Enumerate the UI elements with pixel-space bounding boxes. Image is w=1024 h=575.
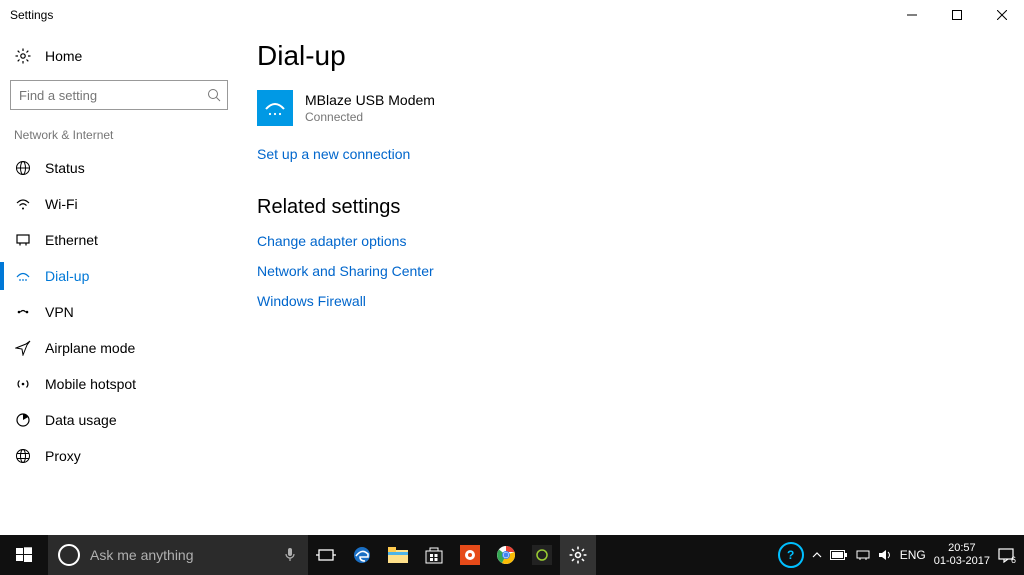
windows-icon <box>16 547 32 563</box>
data-usage-icon <box>15 412 35 428</box>
category-label: Network & Internet <box>14 128 235 142</box>
page-title: Dial-up <box>257 40 1024 72</box>
cortana-icon <box>58 544 80 566</box>
language-indicator[interactable]: ENG <box>900 548 926 562</box>
taskbar-app-2[interactable] <box>524 535 560 575</box>
search-box[interactable] <box>10 80 228 110</box>
link-sharing-center[interactable]: Network and Sharing Center <box>257 263 1024 279</box>
ethernet-icon <box>15 232 35 248</box>
sidebar-item-label: Airplane mode <box>45 340 135 356</box>
taskbar-app-1[interactable] <box>452 535 488 575</box>
network-tray-icon[interactable] <box>856 549 870 561</box>
time-label: 20:57 <box>934 542 990 555</box>
dialup-icon <box>15 268 35 284</box>
minimize-button[interactable] <box>889 0 934 30</box>
hotspot-icon <box>15 376 35 392</box>
taskbar-settings[interactable] <box>560 535 596 575</box>
task-view-icon <box>316 548 336 562</box>
gear-white-icon <box>569 546 587 564</box>
sidebar-item-ethernet[interactable]: Ethernet <box>10 222 235 258</box>
sidebar-item-datausage[interactable]: Data usage <box>10 402 235 438</box>
sidebar-item-label: Mobile hotspot <box>45 376 136 392</box>
app-icon <box>460 545 480 565</box>
taskbar-store[interactable] <box>416 535 452 575</box>
cortana-search[interactable]: Ask me anything <box>48 535 308 575</box>
tray-chevron-icon[interactable] <box>812 550 822 560</box>
chrome-icon <box>496 545 516 565</box>
proxy-icon <box>15 448 35 464</box>
sidebar-item-wifi[interactable]: Wi-Fi <box>10 186 235 222</box>
close-icon <box>997 10 1007 20</box>
task-view-button[interactable] <box>308 535 344 575</box>
maximize-button[interactable] <box>934 0 979 30</box>
maximize-icon <box>952 10 962 20</box>
sidebar-item-status[interactable]: Status <box>10 150 235 186</box>
date-label: 01-03-2017 <box>934 555 990 568</box>
taskbar: Ask me anything ? ENG 20:57 01-03-2017 <box>0 535 1024 575</box>
globe-icon <box>15 160 35 176</box>
vpn-icon <box>15 304 35 320</box>
edge-icon <box>352 545 372 565</box>
folder-icon <box>388 547 408 563</box>
connection-name: MBlaze USB Modem <box>305 92 435 108</box>
sidebar-item-airplane[interactable]: Airplane mode <box>10 330 235 366</box>
taskbar-explorer[interactable] <box>380 535 416 575</box>
link-adapter-options[interactable]: Change adapter options <box>257 233 1024 249</box>
sidebar-item-vpn[interactable]: VPN <box>10 294 235 330</box>
related-settings-title: Related settings <box>257 196 1024 219</box>
window-title: Settings <box>10 8 53 22</box>
sidebar-item-hotspot[interactable]: Mobile hotspot <box>10 366 235 402</box>
cortana-placeholder: Ask me anything <box>90 547 194 563</box>
airplane-icon <box>15 340 35 356</box>
sidebar: Home Network & Internet Status Wi-Fi Eth… <box>0 30 235 535</box>
modem-icon <box>257 90 293 126</box>
clock[interactable]: 20:57 01-03-2017 <box>934 542 990 568</box>
taskbar-edge[interactable] <box>344 535 380 575</box>
start-button[interactable] <box>0 535 48 575</box>
wifi-icon <box>15 196 35 212</box>
sidebar-item-label: Ethernet <box>45 232 98 248</box>
camera-icon <box>532 545 552 565</box>
microphone-icon[interactable] <box>284 547 296 563</box>
connection-item[interactable]: MBlaze USB Modem Connected <box>257 90 1024 126</box>
sidebar-item-label: Wi-Fi <box>45 196 78 212</box>
sidebar-item-proxy[interactable]: Proxy <box>10 438 235 474</box>
sidebar-item-label: VPN <box>45 304 74 320</box>
store-icon <box>425 546 443 564</box>
gear-icon <box>15 48 35 64</box>
close-button[interactable] <box>979 0 1024 30</box>
connection-status: Connected <box>305 110 435 124</box>
sidebar-item-label: Proxy <box>45 448 81 464</box>
sidebar-item-label: Dial-up <box>45 268 89 284</box>
window-titlebar: Settings <box>0 0 1024 30</box>
link-windows-firewall[interactable]: Windows Firewall <box>257 293 1024 309</box>
sidebar-item-home[interactable]: Home <box>10 36 235 76</box>
system-tray: ? ENG 20:57 01-03-2017 6 <box>778 542 1024 568</box>
notification-badge: 6 <box>1011 555 1016 565</box>
action-center-icon[interactable]: 6 <box>998 547 1014 563</box>
battery-icon[interactable] <box>830 550 848 560</box>
help-icon[interactable]: ? <box>778 542 804 568</box>
search-input[interactable] <box>17 87 207 104</box>
home-label: Home <box>45 48 82 64</box>
sidebar-item-label: Status <box>45 160 85 176</box>
sidebar-item-dialup[interactable]: Dial-up <box>10 258 235 294</box>
setup-connection-link[interactable]: Set up a new connection <box>257 146 1024 162</box>
main-panel: Dial-up MBlaze USB Modem Connected Set u… <box>235 30 1024 535</box>
search-icon <box>207 88 221 102</box>
volume-icon[interactable] <box>878 549 892 561</box>
taskbar-chrome[interactable] <box>488 535 524 575</box>
minimize-icon <box>907 10 917 20</box>
sidebar-item-label: Data usage <box>45 412 117 428</box>
